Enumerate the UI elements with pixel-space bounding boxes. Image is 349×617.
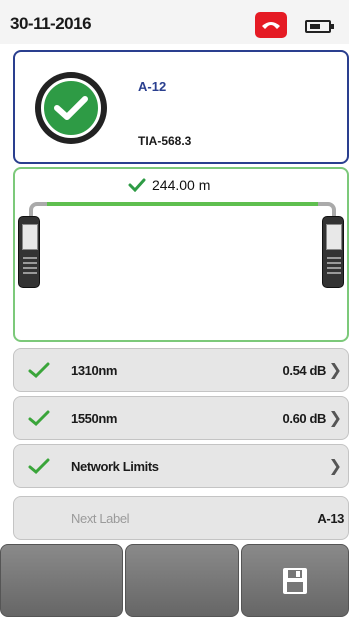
next-label-row[interactable]: Next Label A-13 — [13, 496, 349, 540]
measurement-row-1310[interactable]: 1310nm 0.54 dB ❯ — [13, 348, 349, 392]
checkmark-icon — [28, 410, 50, 427]
checkmark-icon — [28, 362, 50, 379]
link-length: 244.00 m — [128, 177, 210, 193]
test-standard: TIA-568.3 — [138, 134, 192, 148]
measurement-row-1550[interactable]: 1550nm 0.60 dB ❯ — [13, 396, 349, 440]
chevron-right-icon: ❯ — [328, 362, 342, 379]
measurement-label: 1550nm — [71, 411, 118, 426]
measurement-value: 0.54 dB — [282, 363, 327, 378]
measurement-label: 1310nm — [71, 363, 118, 378]
remote-tester-icon — [322, 216, 344, 288]
status-bar: 30-11-2016 — [0, 0, 349, 44]
checkmark-icon — [28, 458, 50, 475]
softkey-2[interactable] — [125, 544, 239, 617]
network-limits-row[interactable]: Network Limits ❯ — [13, 444, 349, 488]
softkey-bar — [0, 544, 349, 617]
save-button[interactable] — [241, 544, 349, 617]
chevron-right-icon: ❯ — [328, 410, 342, 427]
checkmark-icon — [128, 178, 146, 192]
link-diagram[interactable]: 244.00 m — [13, 167, 349, 342]
cable-id: A-12 — [138, 79, 167, 94]
fiber-cable — [45, 202, 321, 206]
local-tester-icon — [18, 216, 40, 288]
next-label-value: A-13 — [317, 511, 344, 526]
next-label-caption: Next Label — [71, 511, 130, 526]
battery-icon — [305, 20, 334, 33]
measurement-label: Network Limits — [71, 459, 159, 474]
link-length-value: 244.00 m — [152, 177, 211, 193]
measurement-value: 0.60 dB — [282, 411, 327, 426]
result-card[interactable]: A-12 TIA-568.3 — [13, 50, 349, 164]
check-circle-icon — [35, 72, 107, 144]
save-icon — [283, 567, 307, 594]
status-date: 30-11-2016 — [10, 14, 92, 33]
chevron-right-icon: ❯ — [328, 458, 342, 475]
hang-up-icon[interactable] — [255, 12, 287, 38]
softkey-1[interactable] — [0, 544, 123, 617]
